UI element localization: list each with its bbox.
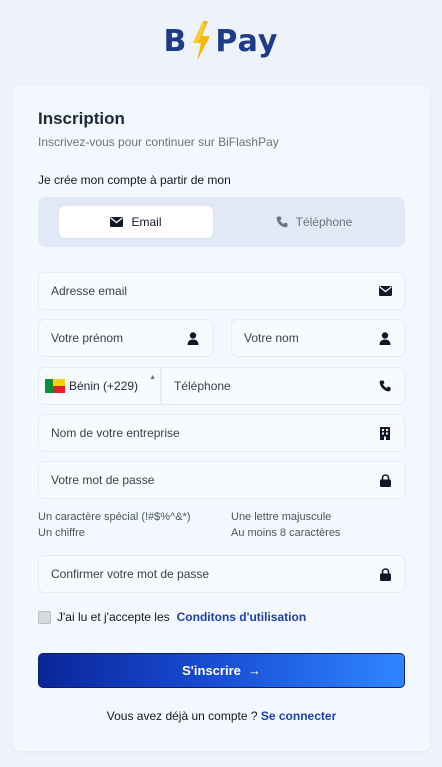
biflashpay-logo: B Pay [0,18,442,64]
login-prompt: Vous avez déjà un compte ? [106,709,258,723]
password-field[interactable]: Votre mot de passe [38,461,405,499]
confirm-password-field[interactable]: Confirmer votre mot de passe [38,555,405,593]
building-icon [378,426,392,440]
phone-icon [378,379,392,393]
signup-button-label: S'inscrire [182,663,241,678]
password-hint: Au moins 8 caractères [231,527,341,539]
lightning-bolt-icon [193,21,211,61]
signup-method-label: Je crée mon compte à partir de mon [38,173,231,187]
email-placeholder: Adresse email [51,284,128,298]
user-icon [378,331,392,345]
page-title: Inscription [38,109,125,128]
terms-text: J'ai lu et j'accepte les [57,610,170,624]
country-select[interactable]: Bénin (+229) ▲ [38,367,161,405]
tab-telephone[interactable]: Téléphone [237,206,391,238]
caret-up-icon: ▲ [149,374,156,381]
benin-flag [45,379,65,393]
envelope-icon [110,217,124,227]
phone-placeholder: Téléphone [174,379,231,393]
lock-icon [378,473,392,487]
password-hint: Une lettre majuscule [231,511,332,523]
company-placeholder: Nom de votre entreprise [51,426,180,440]
logo-right-text: Pay [215,23,279,59]
email-field[interactable]: Adresse email [38,272,405,310]
first-name-field[interactable]: Votre prénom [38,319,213,357]
confirm-password-placeholder: Confirmer votre mot de passe [51,567,210,581]
tab-email[interactable]: Email [59,206,213,238]
phone-icon [276,216,288,228]
signup-card: Inscription Inscrivez-vous pour continue… [13,85,430,751]
password-hints-left: Un caractère spécial (!#$%^&*) Un chiffr… [38,509,191,541]
logo-left-text: B [163,23,188,59]
signup-button[interactable]: S'inscrire → [38,653,405,688]
user-icon [186,331,200,345]
terms-link[interactable]: Conditons d'utilisation [177,610,307,624]
password-placeholder: Votre mot de passe [51,473,155,487]
tab-telephone-label: Téléphone [295,215,353,229]
envelope-icon [378,284,392,298]
login-row: Vous avez déjà un compte ? Se connecter [13,709,430,723]
page-subtitle: Inscrivez-vous pour continuer sur BiFlas… [38,135,279,149]
phone-field[interactable]: Téléphone [161,367,405,405]
tab-email-label: Email [131,215,162,229]
password-hint: Un caractère spécial (!#$%^&*) [38,511,191,523]
lock-icon [378,567,392,581]
password-hint: Un chiffre [38,527,85,539]
login-link[interactable]: Se connecter [261,709,336,723]
last-name-placeholder: Votre nom [244,331,299,345]
country-value: Bénin (+229) [69,379,139,393]
first-name-placeholder: Votre prénom [51,331,124,345]
arrow-right-icon: → [247,663,261,678]
last-name-field[interactable]: Votre nom [231,319,405,357]
company-field[interactable]: Nom de votre entreprise [38,414,405,452]
terms-checkbox[interactable] [38,610,51,624]
password-hints-right: Une lettre majuscule Au moins 8 caractèr… [231,509,340,541]
terms-row: J'ai lu et j'accepte les Conditons d'uti… [38,610,306,624]
signup-method-tabs: Email Téléphone [38,197,405,247]
